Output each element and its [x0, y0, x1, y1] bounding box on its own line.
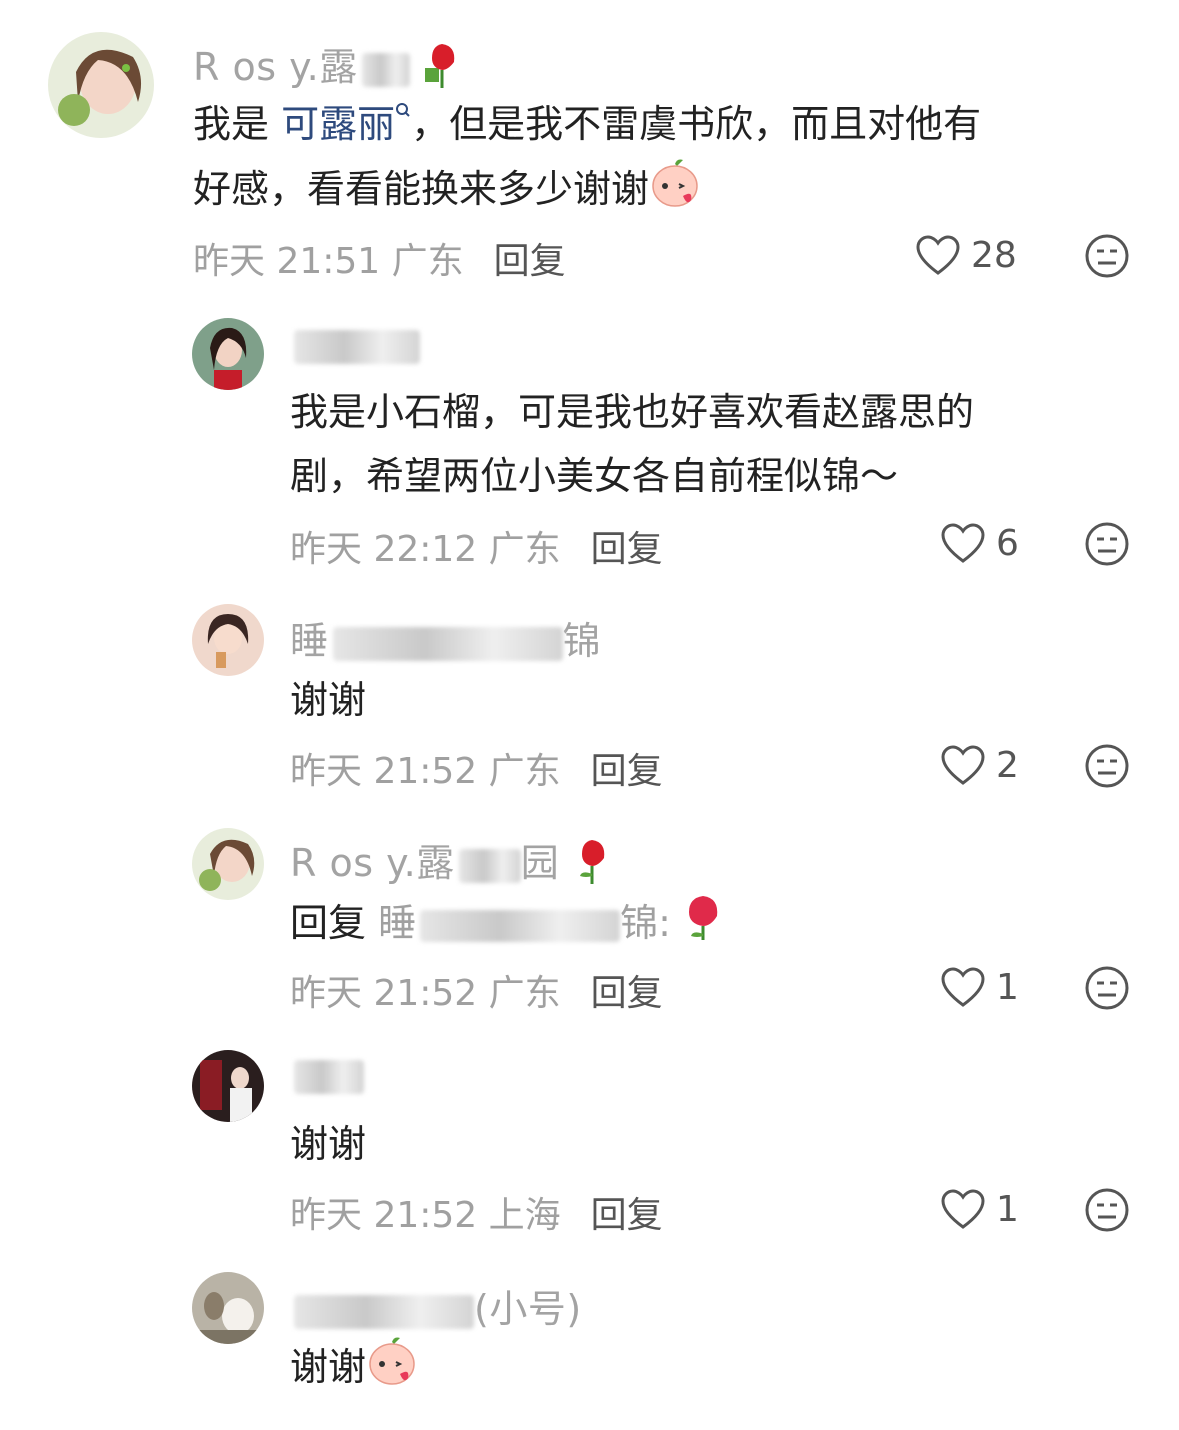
comment-text: 我是 可露丽 ，但是我不雷虞书欣，而且对他有 好感，看看能换来多少谢谢 — [193, 92, 981, 227]
username[interactable] — [290, 322, 420, 366]
neutral-face-icon — [1085, 1188, 1129, 1232]
heart-outline-icon — [941, 967, 985, 1007]
comment-text: 谢谢 — [290, 1122, 367, 1166]
avatar[interactable] — [192, 828, 264, 900]
like-count: 2 — [996, 744, 1019, 786]
reply-button[interactable]: 回复 — [591, 751, 663, 792]
redacted-name — [361, 52, 410, 87]
avatar[interactable] — [192, 604, 264, 676]
redacted-name — [332, 626, 563, 661]
avatar[interactable] — [192, 1050, 264, 1122]
dislike-button[interactable] — [1084, 233, 1130, 279]
dislike-button[interactable] — [1084, 521, 1130, 567]
dislike-button[interactable] — [1084, 743, 1130, 789]
username[interactable]: R os y.露园 — [290, 832, 612, 895]
avatar[interactable] — [48, 32, 154, 138]
heart-outline-icon — [941, 1189, 985, 1229]
peach-blush-emoji-icon — [366, 1334, 418, 1405]
username[interactable]: 睡锦 — [290, 610, 601, 665]
rose-emoji-icon — [683, 890, 723, 961]
like-count: 6 — [996, 522, 1019, 564]
comment-meta: 昨天 22:12 广东 回复 — [290, 529, 663, 570]
reply-target[interactable]: 睡锦: — [378, 901, 671, 945]
neutral-face-icon — [1085, 234, 1129, 278]
avatar[interactable] — [192, 318, 264, 390]
search-icon — [396, 103, 410, 117]
like-button[interactable]: 28 — [915, 234, 1017, 276]
redacted-name — [294, 329, 420, 364]
comment-meta: 昨天 21:52 广东 回复 — [290, 751, 663, 792]
like-count: 1 — [996, 966, 1019, 1008]
redacted-name — [458, 848, 521, 883]
comment-meta: 昨天 21:52 上海 回复 — [290, 1195, 663, 1236]
heart-outline-icon — [941, 745, 985, 785]
comment-meta: 昨天 21:51 广东 回复 — [193, 241, 566, 282]
heart-outline-icon — [941, 523, 985, 563]
rose-emoji-icon — [422, 40, 462, 99]
avatar[interactable] — [192, 1272, 264, 1344]
like-button[interactable]: 1 — [940, 1188, 1019, 1230]
neutral-face-icon — [1085, 744, 1129, 788]
like-count: 1 — [996, 1188, 1019, 1230]
comment-text: 谢谢 — [290, 678, 367, 722]
neutral-face-icon — [1085, 966, 1129, 1010]
comment-text: 谢谢 — [290, 1334, 418, 1405]
like-button[interactable]: 2 — [940, 744, 1019, 786]
peach-blush-emoji-icon — [649, 156, 701, 227]
username[interactable]: R os y.露 — [193, 36, 462, 99]
like-button[interactable]: 1 — [940, 966, 1019, 1008]
reply-button[interactable]: 回复 — [591, 973, 663, 1014]
reply-button[interactable]: 回复 — [494, 241, 566, 282]
comment-text: 我是小石榴，可是我也好喜欢看赵露思的 剧，希望两位小美女各自前程似锦～ — [290, 390, 975, 498]
neutral-face-icon — [1085, 522, 1129, 566]
reply-button[interactable]: 回复 — [591, 1195, 663, 1236]
dislike-button[interactable] — [1084, 1187, 1130, 1233]
dislike-button[interactable] — [1084, 965, 1130, 1011]
redacted-name — [294, 1294, 474, 1329]
comment-meta: 昨天 21:52 广东 回复 — [290, 973, 663, 1014]
like-button[interactable]: 6 — [940, 522, 1019, 564]
rose-emoji-icon — [572, 836, 612, 895]
mention-link[interactable]: 可露丽 — [281, 102, 411, 146]
username[interactable] — [290, 1052, 364, 1096]
comment-text: 回复 睡锦: — [290, 890, 723, 961]
heart-outline-icon — [916, 235, 960, 275]
username[interactable]: (小号) — [290, 1278, 582, 1333]
reply-button[interactable]: 回复 — [591, 529, 663, 570]
like-count: 28 — [971, 234, 1017, 276]
redacted-name — [294, 1059, 364, 1094]
